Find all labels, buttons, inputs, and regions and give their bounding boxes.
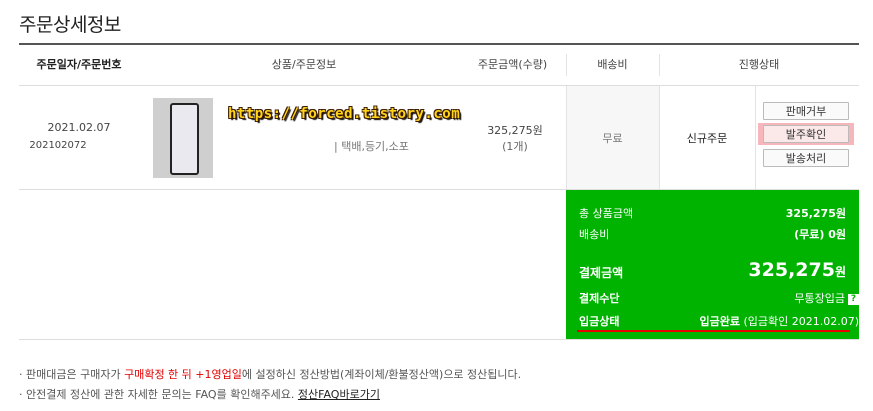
table-header: 주문일자/주문번호 상품/주문정보 주문금액(수량) 배송비 진행상태 bbox=[19, 45, 859, 86]
header-status: 진행상태 bbox=[738, 58, 780, 71]
reject-order-button[interactable]: 판매거부 bbox=[763, 102, 849, 120]
product-thumbnail[interactable] bbox=[153, 98, 213, 178]
note-settlement-b: 에 설정하신 정산방법(계좌이체/환불정산액)으로 정산됩니다. bbox=[241, 368, 522, 381]
note-settlement-highlight: 구매확정 한 뒤 +1영업일 bbox=[124, 368, 242, 381]
order-number: 202102072 bbox=[29, 140, 87, 151]
header-order-amount: 주문금액(수량) bbox=[477, 58, 548, 71]
page-title: 주문상세정보 bbox=[19, 14, 121, 36]
confirm-order-button[interactable]: 발주확인 bbox=[763, 125, 849, 143]
note-faq-text: 안전결제 정산에 관한 자세한 문의는 FAQ를 확인해주세요. bbox=[26, 388, 295, 401]
shipping-summary-label: 배송비 bbox=[579, 228, 610, 241]
deposit-status: 입금완료 (입금확인 2021.02.07) bbox=[699, 313, 859, 329]
header-product-info: 상품/주문정보 bbox=[271, 58, 337, 71]
shipping-summary-value: (무료) 0원 bbox=[794, 228, 846, 241]
method-value-wrap: 무통장입금? bbox=[794, 290, 859, 306]
header-divider bbox=[566, 54, 567, 76]
table-bottom-divider bbox=[19, 339, 859, 340]
header-order-date-no: 주문일자/주문번호 bbox=[36, 58, 122, 71]
question-icon[interactable]: ? bbox=[848, 294, 859, 305]
watermark-text: https://forced.tistory.com bbox=[228, 106, 461, 122]
bullet: · bbox=[19, 368, 26, 381]
header-shipping: 배송비 bbox=[597, 58, 628, 71]
note-settlement-a: 판매대금은 구매자가 bbox=[26, 368, 125, 381]
total-label: 총 상품금액 bbox=[579, 207, 634, 220]
cell-divider bbox=[755, 86, 756, 189]
payment-value: 325,275 bbox=[748, 259, 835, 281]
delivery-tags: | 택배,등기,소포 bbox=[334, 140, 409, 153]
method-label: 결제수단 bbox=[579, 292, 620, 305]
order-status: 신규주문 bbox=[686, 132, 728, 145]
shipping-fee: 무료 bbox=[602, 132, 623, 145]
phone-image bbox=[170, 103, 199, 175]
ship-order-button[interactable]: 발송처리 bbox=[763, 149, 849, 167]
order-amount: 325,275원 bbox=[487, 124, 543, 137]
payment-unit: 원 bbox=[834, 265, 846, 279]
payment-label: 결제금액 bbox=[579, 266, 624, 280]
header-divider bbox=[659, 54, 660, 76]
bullet: · bbox=[19, 388, 26, 401]
faq-link[interactable]: 정산FAQ바로가기 bbox=[298, 388, 380, 401]
order-date: 2021.02.07 bbox=[47, 121, 111, 134]
method-value: 무통장입금 bbox=[794, 292, 845, 305]
order-quantity: (1개) bbox=[502, 140, 528, 153]
deposit-detail: (입금확인 2021.02.07) bbox=[743, 315, 859, 328]
note-settlement: · 판매대금은 구매자가 구매확정 한 뒤 +1영업일에 설정하신 정산방법(계… bbox=[19, 366, 521, 382]
total-value: 325,275원 bbox=[785, 207, 846, 220]
note-faq: · 안전결제 정산에 관한 자세한 문의는 FAQ를 확인해주세요. 정산FAQ… bbox=[19, 386, 380, 402]
deposit-underline bbox=[577, 330, 850, 332]
payment-amount: 325,275원 bbox=[748, 259, 846, 281]
deposit-value: 입금완료 bbox=[699, 315, 740, 328]
deposit-label: 입금상태 bbox=[579, 315, 620, 328]
